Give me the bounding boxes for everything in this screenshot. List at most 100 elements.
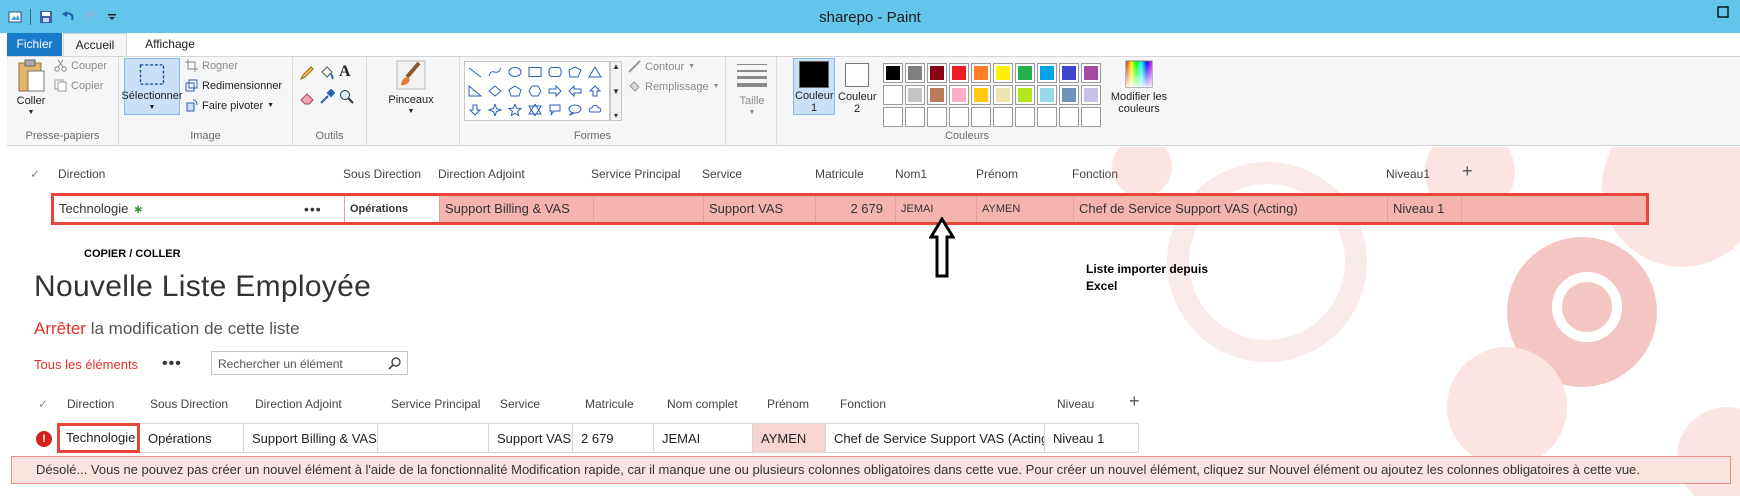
color-swatch[interactable] — [1037, 107, 1057, 127]
pentagon-shape-icon[interactable] — [505, 81, 525, 100]
color-swatch[interactable] — [883, 63, 903, 83]
cell-matricule[interactable]: 2 679 — [816, 196, 896, 222]
pencil-icon[interactable] — [299, 65, 315, 81]
polygon-shape-icon[interactable] — [565, 62, 585, 81]
column-header-service-principal[interactable]: Service Principal — [391, 397, 480, 411]
color-swatch[interactable] — [971, 85, 991, 105]
edit-colors-button[interactable]: Modifier les couleurs — [1103, 59, 1175, 115]
cell-direction-adjoint[interactable]: Support Billing & VAS — [440, 196, 594, 222]
rounded-rectangle-shape-icon[interactable] — [545, 62, 565, 81]
color-swatch[interactable] — [949, 85, 969, 105]
color-swatch[interactable] — [993, 85, 1013, 105]
column-header-matricule[interactable]: Matricule — [815, 167, 864, 181]
resize-button[interactable]: Redimensionner — [185, 79, 282, 92]
shapes-scrollbar[interactable]: ▲ ▼ ▾ — [610, 61, 622, 121]
six-point-star-shape-icon[interactable] — [525, 100, 545, 119]
rotate-button[interactable]: Faire pivoter ▼ — [185, 99, 274, 112]
more-views-icon[interactable]: ••• — [162, 355, 182, 373]
color-swatch[interactable] — [905, 85, 925, 105]
paste-button[interactable]: Coller ▼ — [12, 59, 50, 119]
up-arrow-shape-icon[interactable] — [585, 81, 605, 100]
magnifier-icon[interactable] — [339, 89, 355, 105]
oval-callout-shape-icon[interactable] — [565, 100, 585, 119]
cell-service[interactable]: Support VAS — [489, 423, 573, 453]
cell-niveau[interactable]: Niveau 1 — [1045, 423, 1139, 453]
search-icon[interactable] — [388, 356, 402, 373]
color-swatch[interactable] — [949, 63, 969, 83]
size-button[interactable]: Taille ▼ — [732, 61, 772, 119]
color-swatch[interactable] — [949, 107, 969, 127]
fill-button[interactable]: Remplissage ▼ — [628, 80, 720, 93]
cell-sous-direction[interactable]: Opérations — [345, 196, 440, 222]
color-swatch[interactable] — [1081, 63, 1101, 83]
brushes-button[interactable]: Pinceaux ▼ — [382, 59, 440, 118]
eraser-icon[interactable] — [299, 89, 315, 105]
color-swatch[interactable] — [883, 85, 903, 105]
color2-button[interactable]: Couleur 2 — [837, 60, 877, 115]
paint-canvas[interactable]: ✓ Direction Sous Direction Direction Adj… — [7, 147, 1740, 496]
column-header-fonction[interactable]: Fonction — [840, 397, 886, 411]
color-swatch[interactable] — [993, 63, 1013, 83]
stop-editing-link[interactable]: Arrêter — [34, 319, 86, 338]
color-swatch[interactable] — [1037, 63, 1057, 83]
column-header-service[interactable]: Service — [702, 167, 742, 181]
color-swatch[interactable] — [993, 107, 1013, 127]
cell-direction[interactable]: Technologie — [57, 423, 140, 453]
color-swatch[interactable] — [927, 107, 947, 127]
search-box[interactable]: Rechercher un élément — [211, 351, 408, 375]
column-header-service-principal[interactable]: Service Principal — [591, 167, 680, 181]
column-header-direction[interactable]: Direction — [58, 167, 105, 181]
down-arrow-shape-icon[interactable] — [465, 100, 485, 119]
column-header-direction[interactable]: Direction — [67, 397, 114, 411]
column-header-matricule[interactable]: Matricule — [585, 397, 634, 411]
color-swatch[interactable] — [905, 107, 925, 127]
color-swatch[interactable] — [1081, 107, 1101, 127]
right-arrow-shape-icon[interactable] — [545, 81, 565, 100]
line-shape-icon[interactable] — [465, 62, 485, 81]
color-swatch[interactable] — [971, 107, 991, 127]
view-all-items-link[interactable]: Tous les éléments — [34, 357, 138, 372]
cell-service-principal[interactable] — [594, 196, 704, 222]
color-swatch[interactable] — [971, 63, 991, 83]
table-row[interactable]: Technologie ✱ ••• Opérations Support Bil… — [51, 193, 1649, 225]
fill-bucket-icon[interactable] — [319, 65, 335, 81]
curve-shape-icon[interactable] — [485, 62, 505, 81]
cut-button[interactable]: Couper — [54, 59, 107, 72]
tab-home[interactable]: Accueil — [63, 33, 127, 56]
cell-service[interactable]: Support VAS — [704, 196, 816, 222]
cell-matricule[interactable]: 2 679 — [573, 423, 654, 453]
outline-button[interactable]: Contour ▼ — [628, 60, 695, 73]
column-header-nom1[interactable]: Nom1 — [895, 167, 927, 181]
tab-file[interactable]: Fichier — [7, 33, 62, 56]
column-header-prenom[interactable]: Prénom — [767, 397, 809, 411]
chevron-up-icon[interactable]: ▲ — [612, 62, 620, 71]
left-arrow-shape-icon[interactable] — [565, 81, 585, 100]
cell-niveau1[interactable]: Niveau 1 — [1388, 196, 1462, 222]
cell-direction-adjoint[interactable]: Support Billing & VAS — [244, 423, 378, 453]
add-column-icon[interactable]: + — [1129, 391, 1140, 412]
rounded-callout-shape-icon[interactable] — [545, 100, 565, 119]
color-picker-icon[interactable] — [319, 89, 335, 105]
column-header-niveau[interactable]: Niveau — [1057, 397, 1094, 411]
more-icon[interactable]: ▾ — [614, 111, 618, 120]
cell-direction[interactable]: Technologie ✱ ••• — [54, 196, 345, 222]
color-swatch[interactable] — [1015, 85, 1035, 105]
checkmark-icon[interactable]: ✓ — [30, 167, 40, 181]
column-header-fonction[interactable]: Fonction — [1072, 167, 1118, 181]
cell-prenom[interactable]: AYMEN — [753, 423, 826, 453]
hexagon-shape-icon[interactable] — [525, 81, 545, 100]
checkmark-icon[interactable]: ✓ — [38, 397, 48, 411]
color-swatch[interactable] — [1059, 63, 1079, 83]
column-header-service[interactable]: Service — [500, 397, 540, 411]
chevron-down-icon[interactable]: ▼ — [612, 87, 620, 96]
color-swatch[interactable] — [927, 63, 947, 83]
search-input[interactable]: Rechercher un élément — [218, 357, 343, 371]
diamond-shape-icon[interactable] — [485, 81, 505, 100]
column-header-niveau1[interactable]: Niveau1 — [1386, 167, 1430, 181]
minimize-icon[interactable] — [1706, 0, 1740, 24]
tab-view[interactable]: Affichage — [130, 33, 210, 56]
color1-button[interactable]: Couleur 1 — [793, 58, 835, 115]
cell-service-principal[interactable] — [378, 423, 489, 453]
crop-button[interactable]: Rogner — [185, 59, 238, 72]
add-column-icon[interactable]: + — [1462, 161, 1473, 181]
